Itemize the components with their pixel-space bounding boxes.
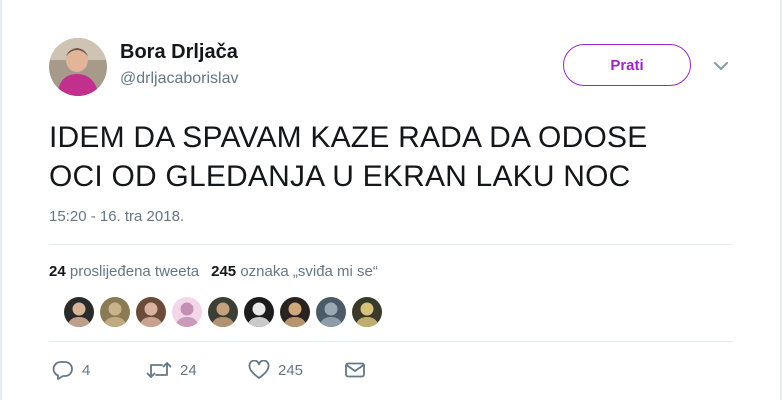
- liker-avatar[interactable]: [208, 297, 238, 327]
- likes-count: 245: [211, 263, 237, 280]
- liker-avatar[interactable]: [244, 297, 274, 327]
- divider: [49, 341, 733, 342]
- reply-button[interactable]: 4: [52, 360, 90, 380]
- retweets-count: 24: [49, 263, 66, 280]
- liker-avatars: [64, 297, 382, 327]
- heart-icon: [248, 360, 270, 380]
- reply-icon: [52, 360, 74, 380]
- chevron-down-icon[interactable]: [712, 59, 730, 71]
- tweet-timestamp[interactable]: 15:20 - 16. tra 2018.: [49, 208, 184, 225]
- reply-count: 4: [82, 361, 91, 379]
- left-border: [0, 0, 2, 400]
- direct-message-button[interactable]: [344, 360, 366, 380]
- liker-avatar[interactable]: [352, 297, 382, 327]
- liker-avatar[interactable]: [280, 297, 310, 327]
- liker-avatar[interactable]: [136, 297, 166, 327]
- liker-avatar[interactable]: [100, 297, 130, 327]
- tweet-stats: 24 proslijeđena tweeta 245 oznaka „sviđa…: [49, 263, 378, 280]
- tweet-text: IDEM DA SPAVAM KAZE RADA DA ODOSE OCI OD…: [49, 118, 729, 196]
- retweet-icon: [146, 360, 172, 380]
- retweets-stat[interactable]: 24 proslijeđena tweeta: [49, 263, 199, 280]
- likes-label: oznaka „sviđa mi se“: [240, 263, 378, 280]
- avatar[interactable]: [49, 38, 107, 96]
- like-button[interactable]: 245: [248, 360, 303, 380]
- divider: [49, 244, 733, 245]
- liker-avatar[interactable]: [172, 297, 202, 327]
- likes-stat[interactable]: 245 oznaka „sviđa mi se“: [211, 263, 378, 280]
- author-name[interactable]: Bora Drljača: [120, 41, 238, 64]
- retweet-button[interactable]: 24: [146, 360, 197, 380]
- retweets-label: proslijeđena tweeta: [69, 263, 200, 280]
- tweet-line: IDEM DA SPAVAM KAZE RADA DA ODOSE: [49, 121, 648, 154]
- envelope-icon: [344, 360, 366, 380]
- retweet-count: 24: [180, 361, 197, 379]
- liker-avatar[interactable]: [316, 297, 346, 327]
- author-handle[interactable]: @drljacaborislav: [120, 70, 239, 88]
- like-count: 245: [278, 361, 304, 379]
- follow-button[interactable]: Prati: [563, 44, 691, 86]
- tweet-line: OCI OD GLEDANJA U EKRAN LAKU NOC: [49, 160, 631, 193]
- liker-avatar[interactable]: [64, 297, 94, 327]
